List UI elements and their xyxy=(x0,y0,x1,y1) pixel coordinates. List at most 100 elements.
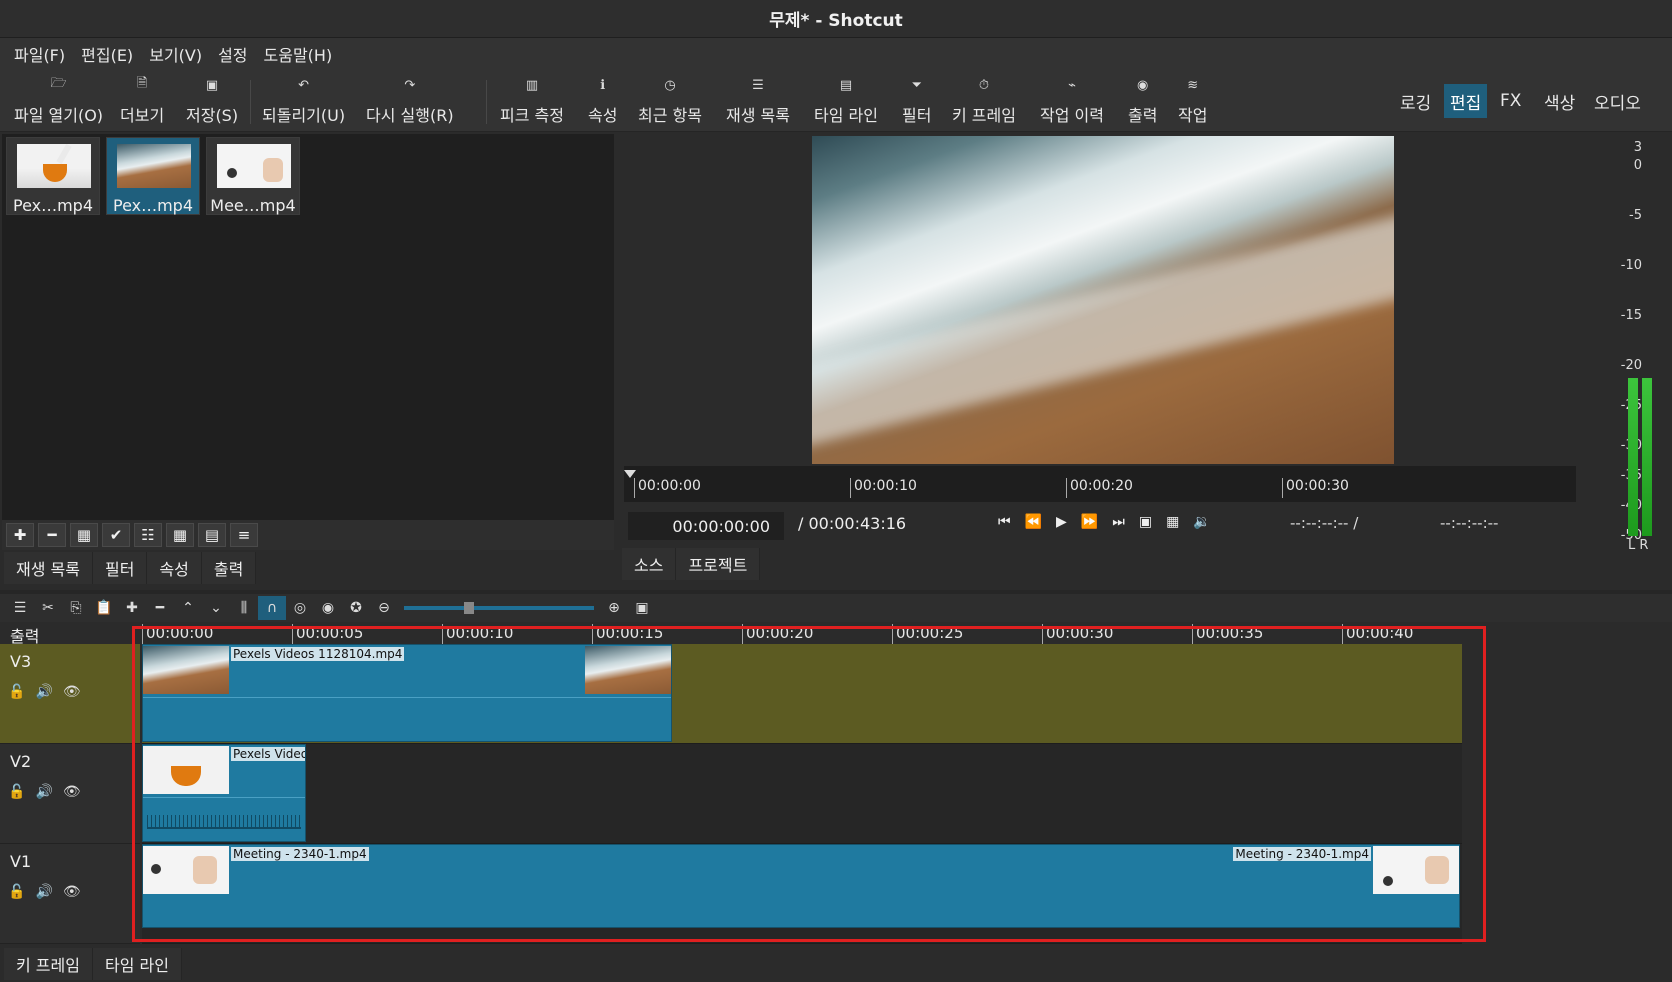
append-icon[interactable]: ✚ xyxy=(118,596,146,620)
export-button[interactable]: ◉ 출력 xyxy=(1128,74,1157,130)
grid-icon[interactable]: ▦ xyxy=(1166,514,1179,530)
lock-icon[interactable]: 🔓 xyxy=(8,684,25,700)
jobs-icon: ≋ xyxy=(1187,77,1199,93)
playlist-button[interactable]: ☰ 재생 목록 xyxy=(726,74,790,130)
highlight-box xyxy=(132,626,1486,942)
window-title: 무제* - Shotcut xyxy=(0,0,1672,38)
tab-source[interactable]: 소스 xyxy=(622,548,677,580)
menu-file[interactable]: 파일(F) xyxy=(6,42,73,66)
clock-icon: ◷ xyxy=(664,77,676,93)
workspace-fx[interactable]: FX xyxy=(1494,84,1527,118)
playhead-icon[interactable] xyxy=(624,470,636,478)
ripple-all-icon[interactable]: ✪ xyxy=(342,596,370,620)
tab-keyframes[interactable]: 키 프레임 xyxy=(4,948,93,980)
tab-project[interactable]: 프로젝트 xyxy=(676,548,761,580)
track-header-v2[interactable]: V2 🔓 🔊 👁 xyxy=(0,744,140,844)
workspace-editing[interactable]: 편집 xyxy=(1444,84,1488,118)
tab-properties[interactable]: 속성 xyxy=(147,552,202,584)
playlist-item[interactable]: Pex…mp4 xyxy=(106,137,200,215)
ruler-label: 00:00:30 xyxy=(1282,478,1349,498)
mute-icon[interactable]: 🔊 xyxy=(35,784,52,800)
remove-icon[interactable]: ━ xyxy=(146,596,174,620)
tab-playlist[interactable]: 재생 목록 xyxy=(4,552,93,584)
update-icon[interactable]: ▦ xyxy=(70,523,98,547)
workspace-audio[interactable]: 오디오 xyxy=(1588,84,1647,118)
menu-view[interactable]: 보기(V) xyxy=(141,42,210,66)
tab-timeline[interactable]: 타임 라인 xyxy=(92,948,182,980)
playlist-toolbar: ✚ ━ ▦ ✔ ☷ ▦ ▤ ≡ xyxy=(2,520,614,550)
tab-filters[interactable]: 필터 xyxy=(92,552,148,584)
play-icon[interactable]: ▶ xyxy=(1056,514,1067,530)
rewind-icon[interactable]: ⏪ xyxy=(1025,514,1042,530)
meter-bar-right xyxy=(1642,378,1652,536)
menu-icon[interactable]: ≡ xyxy=(230,523,258,547)
tab-export[interactable]: 출력 xyxy=(201,552,257,584)
ripple-icon[interactable]: ◉ xyxy=(314,596,342,620)
zoom-slider[interactable] xyxy=(404,602,594,614)
out-point-label: --:--:--:-- xyxy=(1440,514,1499,532)
lock-icon[interactable]: 🔓 xyxy=(8,884,25,900)
playlist-item[interactable]: Mee…mp4 xyxy=(206,137,300,215)
mute-icon[interactable]: 🔊 xyxy=(35,884,52,900)
zoom-icon[interactable]: ▣ xyxy=(1139,514,1152,530)
eye-icon[interactable]: 👁 xyxy=(63,784,81,800)
remove-icon[interactable]: ━ xyxy=(38,523,66,547)
duration-label: / 00:00:43:16 xyxy=(798,514,907,533)
overwrite-icon[interactable]: ⌄ xyxy=(202,596,230,620)
menu-edit[interactable]: 편집(E) xyxy=(73,42,141,66)
timeline-button[interactable]: ▤ 타임 라인 xyxy=(814,74,878,130)
icons-view-icon[interactable]: ▤ xyxy=(198,523,226,547)
tiles-view-icon[interactable]: ▦ xyxy=(166,523,194,547)
zoom-out-icon[interactable]: ⊖ xyxy=(370,596,398,620)
track-header-v1[interactable]: V1 🔓 🔊 👁 xyxy=(0,844,140,944)
cut-icon[interactable]: ✂ xyxy=(34,596,62,620)
timeline-icon: ▤ xyxy=(839,77,853,93)
peak-meter-button[interactable]: ▥ 피크 측정 xyxy=(500,74,564,130)
check-icon[interactable]: ✔ xyxy=(102,523,130,547)
eye-icon[interactable]: 👁 xyxy=(63,684,81,700)
save-button[interactable]: ▣ 저장(S) xyxy=(186,74,238,130)
open-file-button[interactable]: 🗁 파일 열기(O) xyxy=(14,74,103,130)
eye-icon[interactable]: 👁 xyxy=(63,884,81,900)
save-icon: ▣ xyxy=(205,77,219,93)
menubar: 파일(F) 편집(E) 보기(V) 설정 도움말(H) xyxy=(0,38,1672,70)
lock-icon[interactable]: 🔓 xyxy=(8,784,25,800)
menu-settings[interactable]: 설정 xyxy=(210,42,255,66)
workspace-color[interactable]: 색상 xyxy=(1538,84,1581,118)
workspace-logging[interactable]: 로깅 xyxy=(1394,84,1437,118)
track-header-v3[interactable]: V3 🔓 🔊 👁 xyxy=(0,644,140,744)
add-icon[interactable]: ✚ xyxy=(6,523,34,547)
jobs-button[interactable]: ≋ 작업 xyxy=(1178,74,1207,130)
position-timecode[interactable]: 00:00:00:00 xyxy=(628,512,784,540)
filters-button[interactable]: ⏷ 필터 xyxy=(902,74,931,130)
split-icon[interactable]: ⫼ xyxy=(230,596,258,620)
copy-icon[interactable]: ⎘ xyxy=(62,596,90,620)
details-view-icon[interactable]: ☷ xyxy=(134,523,162,547)
history-button[interactable]: ⌁ 작업 이력 xyxy=(1040,74,1104,130)
fast-forward-icon[interactable]: ⏩ xyxy=(1081,514,1098,530)
menu-icon[interactable]: ☰ xyxy=(6,596,34,620)
paste-icon[interactable]: 📋 xyxy=(90,596,118,620)
mute-icon[interactable]: 🔊 xyxy=(35,684,52,700)
video-preview[interactable] xyxy=(812,136,1394,464)
skip-previous-icon[interactable]: ⏮ xyxy=(998,514,1011,530)
undo-button[interactable]: ↶ 되돌리기(U) xyxy=(262,74,345,130)
volume-icon[interactable]: 🔉 xyxy=(1193,514,1210,530)
redo-button[interactable]: ↷ 다시 실행(R) xyxy=(366,74,454,130)
viewer-ruler[interactable]: 00:00:00 00:00:10 00:00:20 00:00:30 xyxy=(624,466,1576,502)
skip-next-icon[interactable]: ⏭ xyxy=(1112,514,1125,530)
menu-help[interactable]: 도움말(H) xyxy=(256,42,341,66)
recent-button[interactable]: ◷ 최근 항목 xyxy=(638,74,702,130)
info-icon: ℹ xyxy=(600,77,606,93)
more-button[interactable]: 🗎 더보기 xyxy=(120,74,164,130)
meter-icon: ▥ xyxy=(525,77,539,93)
properties-button[interactable]: ℹ 속성 xyxy=(588,74,617,130)
lift-icon[interactable]: ⌃ xyxy=(174,596,202,620)
snap-icon[interactable]: ∩ xyxy=(258,596,286,620)
zoom-in-icon[interactable]: ⊕ xyxy=(600,596,628,620)
viewer-tabs: 소스 프로젝트 xyxy=(622,548,761,580)
playlist-item[interactable]: Pex…mp4 xyxy=(6,137,100,215)
zoom-fit-icon[interactable]: ▣ xyxy=(628,596,656,620)
keyframes-button[interactable]: ⏱ 키 프레임 xyxy=(952,74,1016,130)
scrub-icon[interactable]: ◎ xyxy=(286,596,314,620)
